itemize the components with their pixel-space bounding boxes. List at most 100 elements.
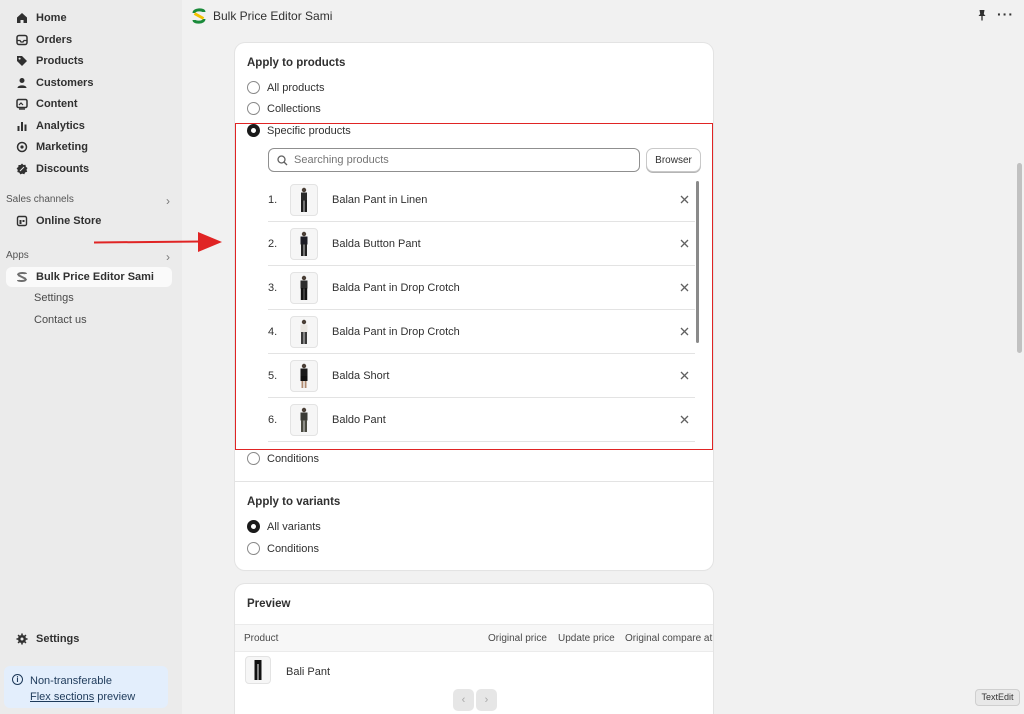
nav-customers[interactable]: Customers	[6, 73, 172, 93]
nav-online-store[interactable]: Online Store	[6, 211, 172, 231]
list-item: 5. Balda Short	[268, 354, 695, 398]
image-icon	[16, 98, 28, 110]
list-item: 6. Baldo Pant	[268, 398, 695, 442]
product-thumbnail	[245, 656, 271, 684]
product-thumbnail	[290, 271, 318, 304]
nav-settings-label: Settings	[36, 633, 80, 645]
product-name: Balda Short	[332, 369, 390, 382]
app-logo-icon	[192, 8, 206, 24]
close-icon[interactable]	[677, 237, 691, 251]
radio-all-products[interactable]: All products	[247, 81, 324, 94]
nav-products-label: Products	[36, 55, 84, 67]
nav-app-settings[interactable]: Settings	[34, 292, 74, 304]
preview-table-header: Product Original price Update price Orig…	[235, 624, 713, 652]
list-item: 2. Balda Button Pant	[268, 222, 695, 266]
radio-conditions[interactable]: Conditions	[247, 452, 319, 465]
item-number: 3.	[268, 281, 278, 294]
nav-orders[interactable]: Orders	[6, 30, 172, 50]
radio-collections[interactable]: Collections	[247, 102, 321, 115]
nav-app-contact[interactable]: Contact us	[34, 314, 87, 326]
nav-customers-label: Customers	[36, 77, 94, 89]
nav-online-store-label: Online Store	[36, 215, 102, 227]
nav-app-bulk-price-editor[interactable]: Bulk Price Editor Sami	[6, 267, 172, 287]
radio-button[interactable]	[247, 542, 260, 555]
textedit-tooltip: TextEdit	[975, 689, 1020, 706]
close-icon[interactable]	[677, 325, 691, 339]
gear-icon	[16, 633, 28, 645]
app-title: Bulk Price Editor Sami	[213, 9, 333, 23]
product-thumbnail	[290, 403, 318, 436]
nav-content-label: Content	[36, 98, 78, 110]
page-scrollbar[interactable]	[1017, 163, 1022, 353]
close-icon[interactable]	[677, 193, 691, 207]
item-number: 6.	[268, 413, 278, 426]
chevron-left-icon[interactable]: ‹	[453, 689, 474, 711]
browse-button[interactable]: Browser	[646, 148, 701, 172]
radio-label: All variants	[267, 520, 321, 533]
sales-channels-section[interactable]: Sales channels ›	[6, 194, 172, 208]
nav-marketing[interactable]: Marketing	[6, 137, 172, 157]
selected-products-list[interactable]: 1. Balan Pant in Linen 2. Balda Button P…	[268, 178, 695, 444]
chevron-right-icon[interactable]: ›	[476, 689, 497, 711]
radio-specific-products[interactable]: Specific products	[247, 124, 351, 137]
radio-button[interactable]	[247, 452, 260, 465]
pin-icon[interactable]	[976, 9, 988, 21]
radio-label: Specific products	[267, 124, 351, 137]
list-scrollbar[interactable]	[696, 181, 699, 343]
annotation-arrow	[93, 232, 222, 252]
nav-orders-label: Orders	[36, 34, 73, 46]
close-icon[interactable]	[677, 369, 691, 383]
sidebar: Home Orders Products Customers Content A…	[0, 0, 182, 714]
nav-discounts[interactable]: Discounts	[6, 159, 172, 179]
nav-home[interactable]: Home	[6, 8, 172, 28]
product-search[interactable]	[268, 148, 640, 172]
preview-title: Preview	[247, 598, 291, 610]
col-original-compare-at: Original compare at	[625, 633, 713, 644]
product-name: Balda Pant in Drop Crotch	[332, 281, 460, 294]
inbox-icon	[16, 34, 28, 46]
bar-chart-icon	[16, 120, 28, 132]
product-name: Balda Pant in Drop Crotch	[332, 325, 460, 338]
product-name: Baldo Pant	[332, 413, 386, 426]
product-thumbnail	[290, 359, 318, 392]
list-item: 4. Balda Pant in Drop Crotch	[268, 310, 695, 354]
preview-notice: i Non-transferable Flex sections preview	[4, 666, 168, 708]
nav-content[interactable]: Content	[6, 94, 172, 114]
col-product: Product	[244, 633, 279, 644]
nav-products[interactable]: Products	[6, 51, 172, 71]
radio-all-variants[interactable]: All variants	[247, 520, 321, 533]
item-number: 4.	[268, 325, 278, 338]
radio-variant-conditions[interactable]: Conditions	[247, 542, 319, 555]
target-icon	[16, 141, 28, 153]
preview-row-product: Bali Pant	[286, 666, 331, 678]
flex-sections-link[interactable]: Flex sections	[30, 691, 94, 703]
radio-button-selected[interactable]	[247, 520, 260, 533]
store-icon	[16, 215, 28, 227]
radio-button[interactable]	[247, 102, 260, 115]
info-icon: i	[12, 674, 23, 685]
radio-button-selected[interactable]	[247, 124, 260, 137]
chevron-right-icon: ›	[166, 194, 170, 208]
close-icon[interactable]	[677, 281, 691, 295]
nav-settings[interactable]: Settings	[6, 629, 172, 649]
nav-marketing-label: Marketing	[36, 141, 88, 153]
nav-analytics[interactable]: Analytics	[6, 116, 172, 136]
nav-home-label: Home	[36, 12, 67, 24]
radio-button[interactable]	[247, 81, 260, 94]
radio-label: All products	[267, 81, 325, 94]
list-item: 1. Balan Pant in Linen	[268, 178, 695, 222]
product-thumbnail	[290, 227, 318, 260]
home-icon	[16, 12, 28, 24]
apply-variants-title: Apply to variants	[247, 496, 341, 508]
notice-rest: preview	[94, 691, 136, 703]
notice-line1: Non-transferable	[30, 675, 112, 687]
apps-label: Apps	[6, 250, 29, 261]
search-icon	[277, 154, 288, 165]
app-logo-icon	[16, 271, 28, 283]
apply-products-title: Apply to products	[247, 57, 346, 69]
item-number: 5.	[268, 369, 278, 382]
product-name: Balda Button Pant	[332, 237, 421, 250]
close-icon[interactable]	[677, 413, 691, 427]
search-input[interactable]	[294, 154, 614, 166]
more-options-icon[interactable]: ···	[997, 6, 1014, 22]
